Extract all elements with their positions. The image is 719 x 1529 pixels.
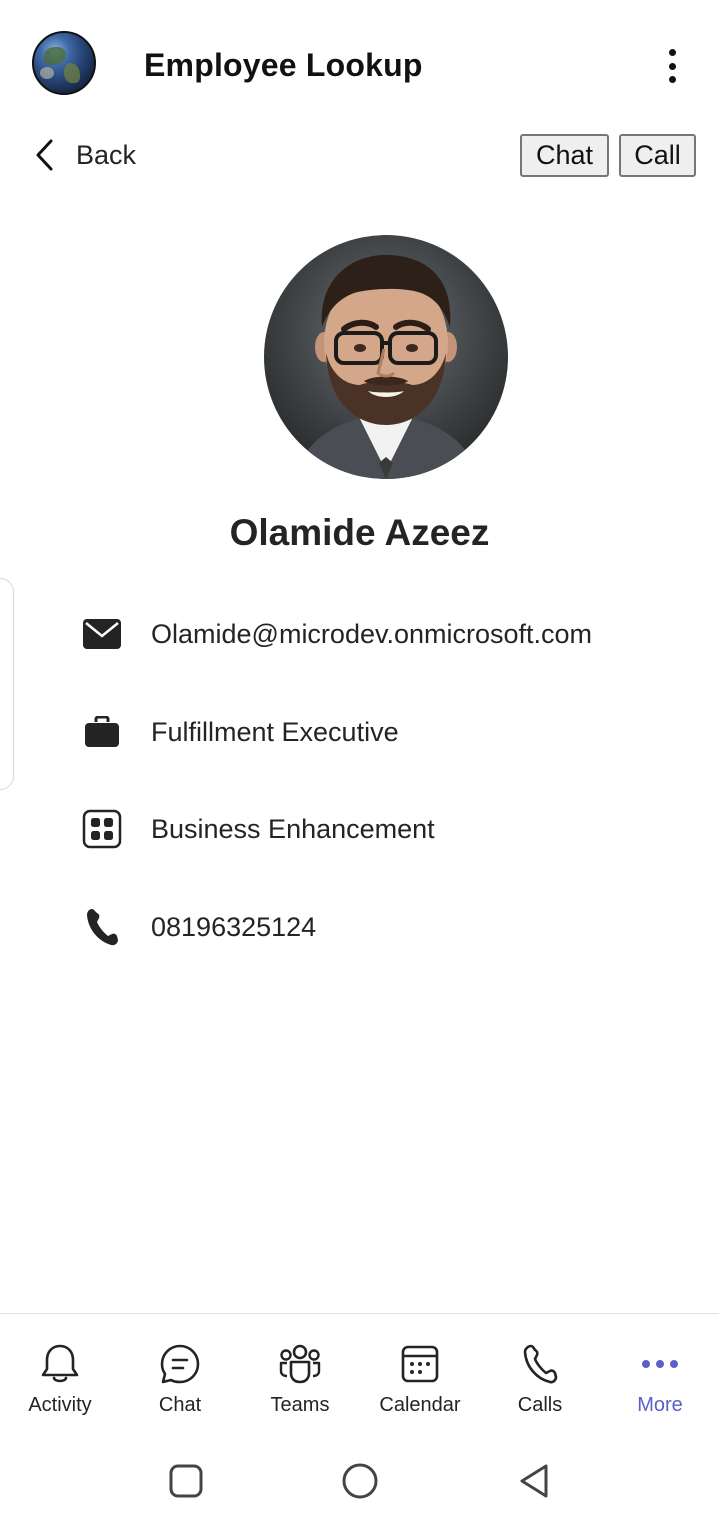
nav-chat[interactable]: Chat — [120, 1314, 240, 1434]
chat-icon — [158, 1342, 202, 1386]
nav-calls[interactable]: Calls — [480, 1314, 600, 1434]
nav-more[interactable]: More — [600, 1314, 719, 1434]
more-vertical-icon[interactable] — [656, 46, 688, 86]
nav-label: Calls — [517, 1394, 563, 1416]
nav-label: Activity — [28, 1394, 92, 1416]
nav-label: More — [637, 1394, 683, 1416]
nav-label: Teams — [270, 1394, 330, 1416]
bell-icon — [38, 1342, 82, 1386]
side-panel-handle[interactable] — [0, 578, 14, 790]
nav-label: Calendar — [379, 1394, 461, 1416]
job-title-row: Fulfillment Executive — [80, 707, 399, 757]
app-header: Employee Lookup — [0, 0, 719, 130]
back-button[interactable]: Back — [32, 134, 136, 176]
nav-teams[interactable]: Teams — [240, 1314, 360, 1434]
mail-icon — [80, 612, 124, 656]
department-row: Business Enhancement — [80, 804, 435, 854]
more-horizontal-icon — [638, 1342, 682, 1386]
department-value: Business Enhancement — [151, 813, 435, 844]
recent-apps-icon[interactable] — [166, 1461, 206, 1501]
person-name: Olamide Azeez — [229, 512, 490, 553]
job-title-value: Fulfillment Executive — [151, 716, 399, 747]
email-row: Olamide@microdev.onmicrosoft.com — [80, 609, 592, 659]
system-back-icon[interactable] — [514, 1461, 554, 1501]
phone-icon — [80, 905, 124, 949]
bottom-nav: Activity Chat Teams Calendar Calls More — [0, 1313, 719, 1433]
nav-calendar[interactable]: Calendar — [360, 1314, 480, 1434]
phone-value: 08196325124 — [151, 911, 317, 942]
chevron-left-icon — [36, 139, 53, 171]
nav-label: Chat — [158, 1394, 202, 1416]
avatar — [264, 235, 508, 479]
apps-grid-icon — [80, 807, 124, 851]
globe-icon — [32, 31, 96, 95]
home-icon[interactable] — [340, 1461, 380, 1501]
teams-icon — [278, 1342, 322, 1386]
chat-button[interactable]: Chat — [520, 134, 609, 177]
briefcase-icon — [80, 710, 124, 754]
phone-icon — [518, 1342, 562, 1386]
page-title: Employee Lookup — [144, 47, 423, 83]
phone-row: 08196325124 — [80, 902, 316, 952]
call-button[interactable]: Call — [619, 134, 696, 177]
nav-activity[interactable]: Activity — [0, 1314, 120, 1434]
system-nav-bar — [0, 1433, 719, 1529]
email-value: Olamide@microdev.onmicrosoft.com — [151, 618, 593, 649]
calendar-icon — [398, 1342, 442, 1386]
back-label: Back — [76, 139, 137, 170]
